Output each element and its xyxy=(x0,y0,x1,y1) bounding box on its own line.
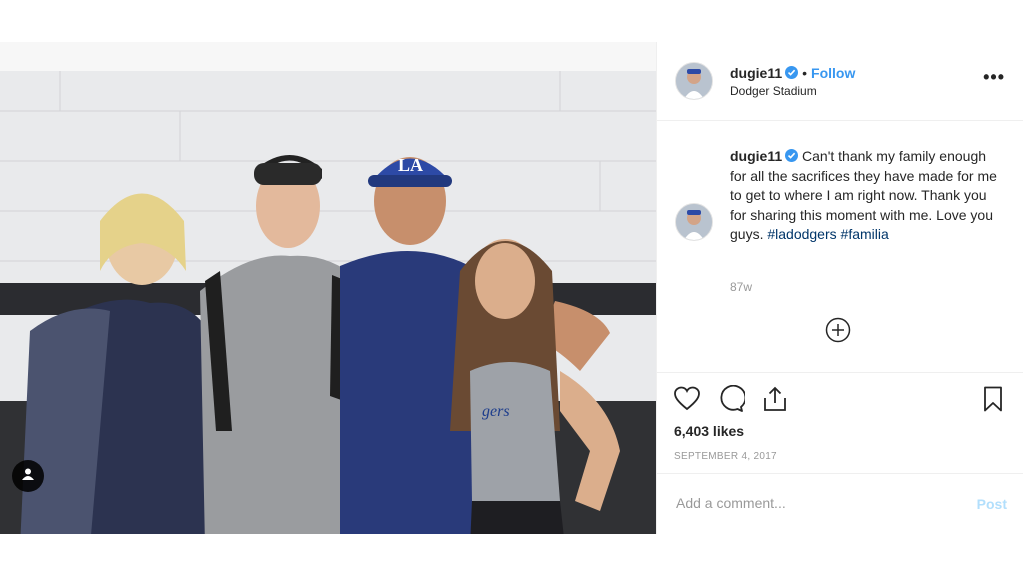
location-link[interactable]: Dodger Stadium xyxy=(730,84,817,98)
comment-input[interactable] xyxy=(674,494,958,512)
post-date: SEPTEMBER 4, 2017 xyxy=(674,451,777,462)
post-photo[interactable]: LA gers xyxy=(0,71,656,534)
header-user-line: dugie11 • Follow xyxy=(730,65,855,81)
verified-badge-icon xyxy=(785,149,799,162)
follow-button[interactable]: Follow xyxy=(811,65,855,81)
save-button[interactable] xyxy=(979,385,1007,413)
likes-count[interactable]: 6,403 likes xyxy=(674,423,744,439)
svg-text:gers: gers xyxy=(482,403,510,420)
username-link[interactable]: dugie11 xyxy=(730,65,782,81)
load-more-comments-button[interactable] xyxy=(825,317,851,343)
comment-bar: Post xyxy=(657,473,1023,535)
avatar[interactable] xyxy=(675,62,713,100)
more-options-icon: ••• xyxy=(983,67,1005,87)
post-comment-button[interactable]: Post xyxy=(977,496,1007,512)
svg-text:LA: LA xyxy=(398,155,423,175)
caption-age: 87w xyxy=(730,280,753,294)
user-tag-icon xyxy=(21,467,35,486)
comment-icon xyxy=(717,384,747,417)
share-button[interactable] xyxy=(761,385,789,413)
bookmark-icon xyxy=(979,386,1007,417)
verified-badge-icon xyxy=(785,66,799,79)
share-icon xyxy=(761,386,789,417)
comment-button[interactable] xyxy=(717,384,747,413)
hashtag-link[interactable]: #familia xyxy=(841,226,889,242)
comments-section: dugie11 Can't thank my family enough for… xyxy=(657,121,1023,371)
instagram-post-card: LA gers dugie11 • Follow Dodger Stadium … xyxy=(0,42,1023,534)
post-caption: dugie11 Can't thank my family enough for… xyxy=(730,147,998,245)
more-options-button[interactable]: ••• xyxy=(983,68,1005,86)
caption-avatar[interactable] xyxy=(675,203,713,241)
post-header: dugie11 • Follow Dodger Stadium ••• xyxy=(657,42,1023,121)
heart-icon xyxy=(673,386,701,417)
tagged-users-button[interactable] xyxy=(12,460,44,492)
like-button[interactable] xyxy=(673,385,701,413)
plus-circle-icon xyxy=(825,317,851,347)
post-sidebar: dugie11 • Follow Dodger Stadium ••• dugie1… xyxy=(656,42,1023,534)
caption-username-link[interactable]: dugie11 xyxy=(730,148,782,164)
post-actions: 6,403 likes SEPTEMBER 4, 2017 xyxy=(657,372,1023,473)
separator-dot: • xyxy=(802,65,808,81)
photo-pane: LA gers xyxy=(0,42,656,534)
hashtag-link[interactable]: #ladodgers xyxy=(767,226,836,242)
